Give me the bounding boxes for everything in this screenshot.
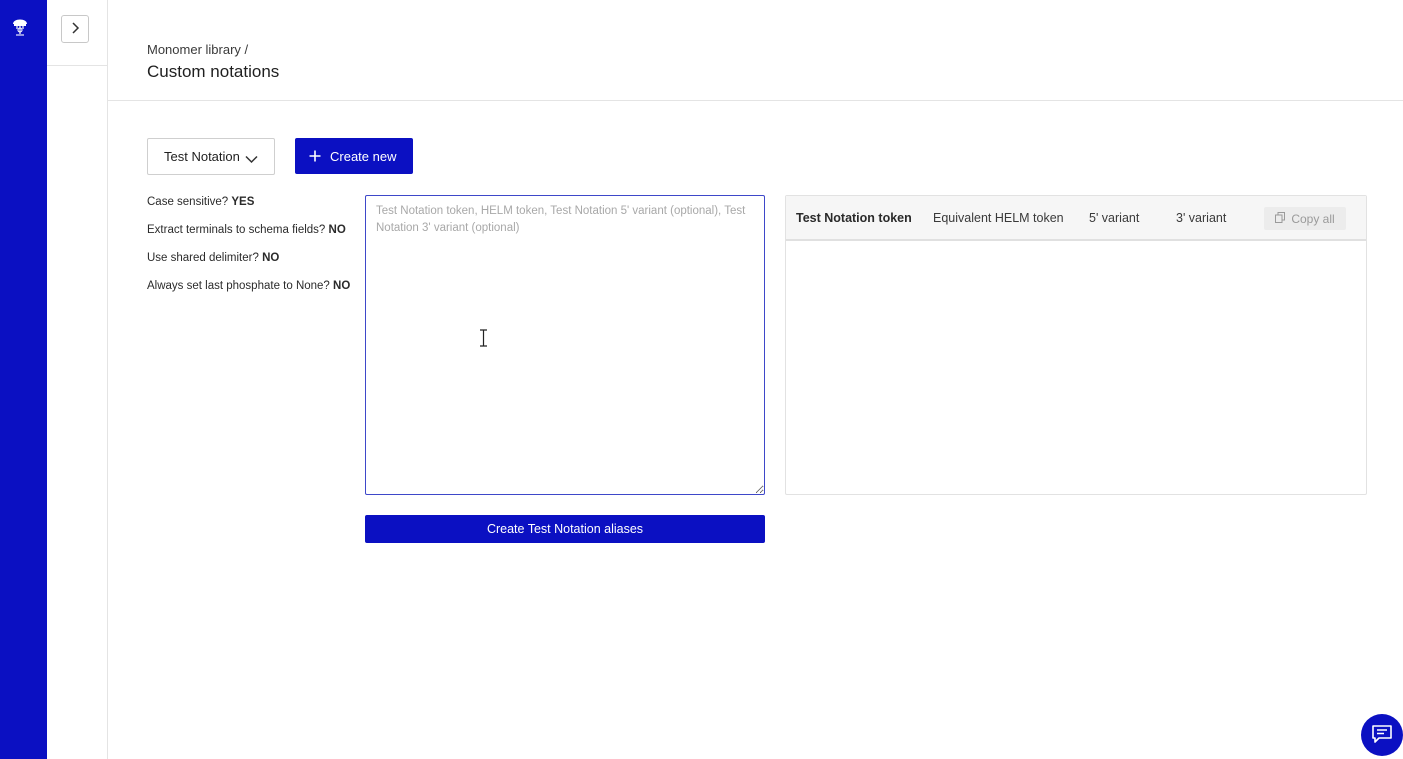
- plus-icon: [309, 150, 321, 162]
- setting-value: NO: [262, 252, 280, 264]
- page-title: Custom notations: [147, 62, 280, 81]
- setting-last-phosphate: Always set last phosphate to None? NO: [147, 280, 350, 308]
- copy-all-button[interactable]: Copy all: [1264, 207, 1346, 230]
- setting-label: Extract terminals to schema fields?: [147, 224, 326, 236]
- jellyfish-logo-icon[interactable]: [11, 15, 29, 37]
- chevron-down-icon: [245, 152, 258, 167]
- setting-extract-terminals: Extract terminals to schema fields? NO: [147, 224, 350, 252]
- breadcrumb[interactable]: Monomer library /: [147, 42, 248, 57]
- create-aliases-button[interactable]: Create Test Notation aliases: [365, 515, 765, 543]
- preview-table: Test Notation token Equivalent HELM toke…: [785, 195, 1367, 495]
- notation-select[interactable]: Test Notation: [147, 138, 275, 175]
- page-header: Monomer library / Custom notations: [108, 0, 1403, 101]
- chevron-right-icon: [70, 21, 80, 37]
- copy-icon: [1275, 211, 1286, 226]
- copy-all-label: Copy all: [1291, 211, 1335, 226]
- column-header-helm: Equivalent HELM token: [933, 211, 1064, 225]
- create-new-button[interactable]: Create new: [295, 138, 413, 174]
- column-header-token: Test Notation token: [796, 211, 912, 225]
- setting-value: NO: [328, 224, 346, 236]
- secondary-panel-header: [47, 0, 107, 66]
- secondary-panel: [47, 0, 108, 759]
- column-header-5-variant: 5' variant: [1089, 211, 1140, 225]
- expand-panel-button[interactable]: [61, 15, 89, 43]
- app-window: Monomer library / Custom notations Test …: [0, 0, 1403, 759]
- setting-shared-delimiter: Use shared delimiter? NO: [147, 252, 350, 280]
- setting-value: NO: [333, 280, 351, 292]
- setting-label: Case sensitive?: [147, 196, 229, 208]
- notation-select-value: Test Notation: [164, 149, 240, 164]
- chat-icon: [1371, 724, 1393, 747]
- left-rail: [0, 0, 47, 759]
- create-new-label: Create new: [330, 148, 397, 164]
- tokens-textarea[interactable]: [365, 195, 765, 495]
- setting-case-sensitive: Case sensitive? YES: [147, 196, 350, 224]
- column-header-3-variant: 3' variant: [1176, 211, 1227, 225]
- notation-settings: Case sensitive? YES Extract terminals to…: [147, 196, 350, 308]
- setting-value: YES: [231, 196, 255, 208]
- text-cursor-icon: [479, 329, 488, 347]
- preview-table-header: Test Notation token Equivalent HELM toke…: [786, 196, 1366, 241]
- setting-label: Always set last phosphate to None?: [147, 280, 330, 292]
- chat-button[interactable]: [1361, 714, 1403, 756]
- setting-label: Use shared delimiter?: [147, 252, 259, 264]
